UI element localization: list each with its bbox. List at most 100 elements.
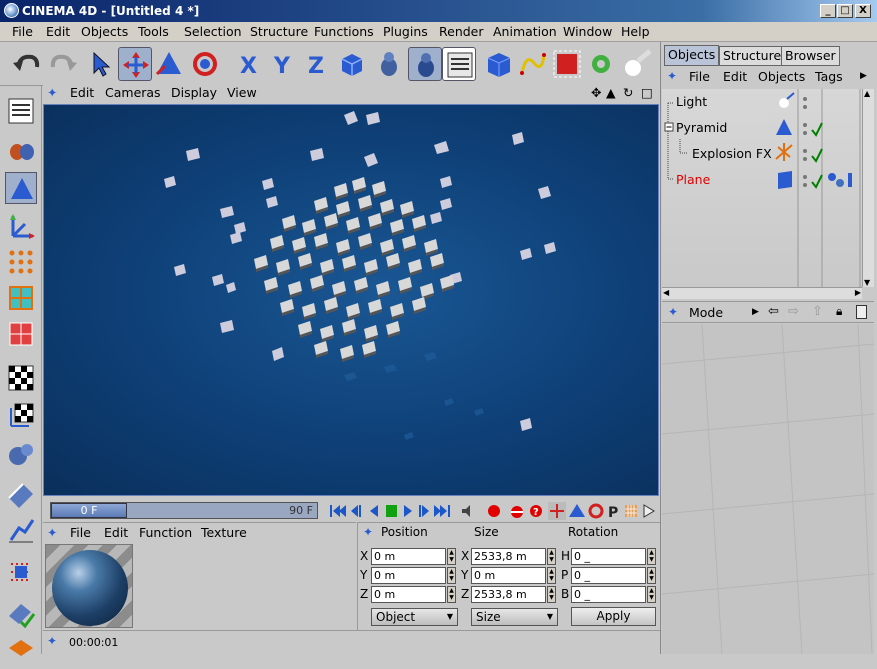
size-mode-dropdown[interactable]: Size ▼ bbox=[471, 608, 558, 626]
light-object-icon[interactable] bbox=[620, 47, 654, 81]
previous-key-icon[interactable] bbox=[351, 505, 361, 517]
nurbs-object-icon[interactable] bbox=[550, 47, 584, 81]
material-menu-edit[interactable]: Edit bbox=[104, 525, 128, 540]
redo-icon[interactable] bbox=[46, 47, 80, 81]
attribute-pin-icon[interactable]: ✦ bbox=[668, 305, 678, 319]
up-arrow-icon[interactable]: ⇧ bbox=[812, 304, 823, 319]
status-pin-icon[interactable]: ✦ bbox=[47, 634, 57, 648]
rotation-p-field[interactable]: 0 _ bbox=[571, 567, 646, 584]
use-point-tool-icon[interactable] bbox=[5, 172, 37, 204]
material-menu-texture[interactable]: Texture bbox=[201, 525, 247, 540]
rotation-key-icon[interactable] bbox=[588, 503, 604, 519]
pyramid-object-icon[interactable] bbox=[776, 119, 792, 135]
viewport-menu-cameras[interactable]: Cameras bbox=[105, 85, 161, 100]
size-x-spinner[interactable]: ▲ ▼ bbox=[547, 548, 556, 565]
scroll-down-arrow-icon[interactable]: ▼ bbox=[864, 278, 870, 287]
stop-icon[interactable] bbox=[386, 505, 397, 517]
plane-enabled-check-icon[interactable] bbox=[811, 174, 823, 189]
objects-menu-file[interactable]: File bbox=[689, 69, 710, 84]
viewport-rotate-icon[interactable]: ↻ bbox=[623, 85, 633, 100]
y-axis-lock-icon[interactable]: Y bbox=[266, 47, 300, 81]
rotation-h-field[interactable]: 0 _ bbox=[571, 548, 646, 565]
scroll-right-arrow-icon[interactable]: ▶ bbox=[855, 288, 861, 297]
position-y-spinner[interactable]: ▲ ▼ bbox=[447, 567, 456, 584]
rotation-b-field[interactable]: 0 _ bbox=[571, 586, 646, 603]
position-x-spinner[interactable]: ▲ ▼ bbox=[447, 548, 456, 565]
attribute-mode-menu[interactable]: Mode bbox=[689, 305, 723, 320]
timeline-scroll-right-icon[interactable] bbox=[643, 504, 655, 518]
current-frame-knob[interactable]: 0 F bbox=[51, 503, 127, 518]
menu-window[interactable]: Window bbox=[563, 24, 612, 39]
use-model-tool-icon[interactable] bbox=[5, 95, 37, 127]
position-z-field[interactable]: 0 m bbox=[371, 586, 446, 603]
move-tool-icon[interactable] bbox=[118, 47, 152, 81]
cinema4d-app-icon[interactable] bbox=[4, 3, 19, 18]
keyframe-selection-icon[interactable]: ? bbox=[530, 505, 542, 518]
x-axis-lock-icon[interactable]: X bbox=[232, 47, 266, 81]
position-y-field[interactable]: 0 m bbox=[371, 567, 446, 584]
tab-browser[interactable]: Browser bbox=[781, 46, 840, 66]
object-plane[interactable]: Plane bbox=[676, 172, 710, 187]
position-key-icon[interactable] bbox=[548, 502, 566, 520]
material-pin-icon[interactable]: ✦ bbox=[47, 525, 57, 540]
tab-objects[interactable]: Objects bbox=[664, 45, 720, 66]
rotation-p-spinner[interactable]: ▲ ▼ bbox=[647, 567, 656, 584]
position-z-spinner[interactable]: ▲ ▼ bbox=[447, 586, 456, 603]
polygons-mode-icon[interactable] bbox=[5, 318, 37, 350]
rotation-b-spinner[interactable]: ▲ ▼ bbox=[647, 586, 656, 603]
coordinates-pin-icon[interactable]: ✦ bbox=[363, 525, 373, 539]
object-pyramid[interactable]: Pyramid bbox=[676, 120, 727, 135]
play-backward-icon[interactable] bbox=[370, 505, 378, 517]
sound-icon[interactable] bbox=[462, 505, 470, 517]
menu-tools[interactable]: Tools bbox=[138, 24, 169, 39]
rotation-h-spinner[interactable]: ▲ ▼ bbox=[647, 548, 656, 565]
next-key-icon[interactable] bbox=[419, 505, 429, 517]
object-explosion-fx[interactable]: Explosion FX bbox=[692, 146, 772, 161]
mode-more-arrow-icon[interactable]: ▶ bbox=[752, 307, 759, 317]
explosion-fx-enabled-check-icon[interactable] bbox=[811, 148, 823, 163]
menu-more-arrow-icon[interactable]: ▶ bbox=[860, 71, 867, 81]
scale-key-icon[interactable] bbox=[569, 504, 585, 517]
parameter-key-icon[interactable]: P bbox=[608, 505, 618, 521]
objects-menu-tags[interactable]: Tags bbox=[815, 69, 843, 84]
scroll-left-arrow-icon[interactable]: ◀ bbox=[663, 288, 669, 297]
menu-edit[interactable]: Edit bbox=[46, 24, 70, 39]
forward-arrow-icon[interactable]: ⇨ bbox=[788, 304, 799, 319]
maximize-button[interactable]: □ bbox=[837, 4, 853, 18]
viewport-maximize-icon[interactable]: □ bbox=[641, 85, 653, 100]
material-menu-function[interactable]: Function bbox=[139, 525, 192, 540]
rotate-tool-icon[interactable] bbox=[188, 47, 222, 81]
undo-icon[interactable] bbox=[10, 47, 44, 81]
coordinate-system-icon[interactable] bbox=[334, 47, 368, 81]
record-icon[interactable] bbox=[488, 505, 500, 517]
plane-object-icon[interactable] bbox=[778, 171, 792, 189]
light-object-icon[interactable] bbox=[779, 92, 795, 108]
menu-help[interactable]: Help bbox=[621, 24, 650, 39]
model-mode-icon[interactable] bbox=[5, 478, 37, 510]
animation-mode-icon[interactable] bbox=[5, 514, 37, 546]
texture-tag-icon[interactable] bbox=[828, 173, 852, 187]
z-axis-lock-icon[interactable]: Z bbox=[300, 47, 334, 81]
object-manager-pin-icon[interactable]: ✦ bbox=[667, 69, 677, 83]
points-mode-icon[interactable] bbox=[5, 246, 37, 278]
render-settings-icon[interactable] bbox=[442, 47, 476, 81]
menu-animation[interactable]: Animation bbox=[493, 24, 557, 39]
edges-mode-icon[interactable] bbox=[5, 282, 37, 314]
size-y-spinner[interactable]: ▲ ▼ bbox=[547, 567, 556, 584]
object-list-horizontal-scrollbar[interactable]: ◀ ▶ bbox=[662, 287, 862, 299]
tab-structure[interactable]: Structure bbox=[719, 46, 786, 66]
viewport-menu-view[interactable]: View bbox=[227, 85, 257, 100]
autokey-icon[interactable] bbox=[511, 506, 523, 518]
viewport-menu-edit[interactable]: Edit bbox=[70, 85, 94, 100]
objects-menu-edit[interactable]: Edit bbox=[723, 69, 747, 84]
viewport-pin-icon[interactable]: ✦ bbox=[47, 85, 57, 100]
cube-object-icon[interactable] bbox=[482, 47, 516, 81]
axis-tool-icon[interactable] bbox=[5, 210, 37, 242]
minimize-button[interactable]: _ bbox=[820, 4, 836, 18]
menu-objects[interactable]: Objects bbox=[81, 24, 128, 39]
pyramid-enabled-check-icon[interactable] bbox=[811, 122, 823, 137]
explosion-fx-object-icon[interactable] bbox=[775, 143, 793, 161]
menu-functions[interactable]: Functions bbox=[314, 24, 374, 39]
scroll-up-arrow-icon[interactable]: ▲ bbox=[864, 89, 870, 98]
object-list-vertical-scrollbar[interactable]: ▲ ▼ bbox=[862, 89, 874, 287]
